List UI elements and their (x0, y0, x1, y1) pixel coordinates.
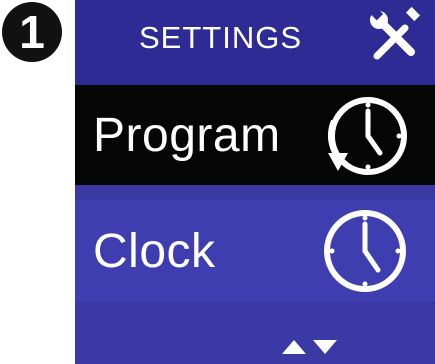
footer (75, 302, 435, 364)
header: SETTINGS (75, 0, 435, 85)
page-title: SETTINGS (139, 20, 303, 55)
clock-with-arrow-icon (327, 97, 407, 175)
menu-divider (75, 185, 435, 200)
wrench-screwdriver-icon (369, 6, 421, 60)
step-number-badge: 1 (2, 2, 62, 62)
arrow-up-icon[interactable] (282, 340, 306, 354)
arrow-down-icon[interactable] (313, 340, 337, 354)
device-screen: SETTINGS Program Clock (75, 0, 435, 364)
menu-item-label: Program (93, 108, 281, 162)
menu-item-label: Clock (93, 224, 216, 278)
clock-icon (324, 210, 406, 292)
menu-item-program[interactable]: Program (75, 85, 435, 185)
menu-item-clock[interactable]: Clock (75, 200, 435, 302)
